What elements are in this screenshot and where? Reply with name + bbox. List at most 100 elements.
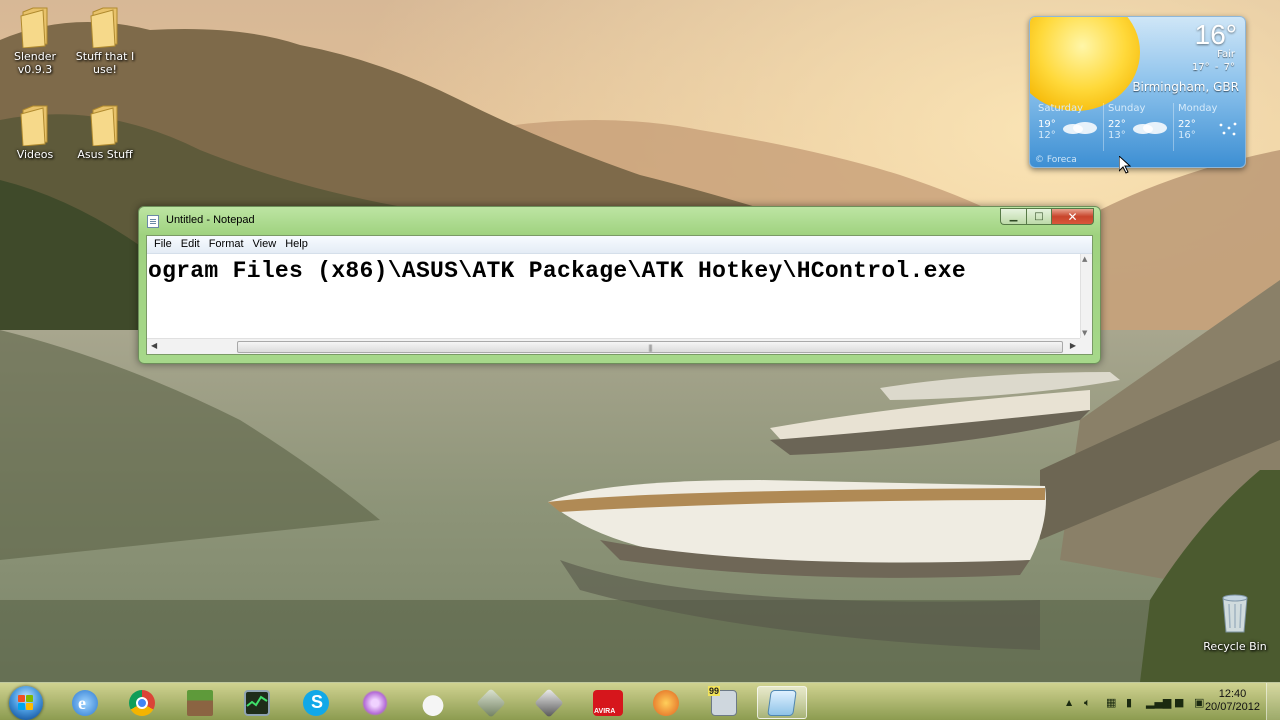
horizontal-scrollbar[interactable]: ◀ ||| ▶	[147, 338, 1080, 354]
menu-bar: File Edit Format View Help	[147, 236, 1092, 254]
clock-time: 12:40	[1218, 688, 1247, 700]
taskbar-item-computer-99[interactable]: 99	[699, 685, 749, 719]
desktop-icon-label: Asus Stuff	[77, 148, 133, 161]
taskbar-item-skype[interactable]: S	[291, 686, 341, 719]
close-button[interactable]: ✕	[1051, 208, 1094, 225]
menu-file[interactable]: File	[150, 236, 177, 253]
computer-99-icon: 99	[708, 685, 737, 716]
recycle-bin-icon	[1222, 594, 1248, 633]
window-titlebar[interactable]: Untitled - Notepad ▁ □ ✕	[139, 207, 1100, 235]
maximize-button[interactable]: □	[1026, 208, 1051, 225]
input-icon[interactable]: ▣	[1194, 696, 1204, 709]
scroll-corner	[1080, 338, 1092, 354]
folder-icon	[20, 7, 48, 48]
desktop-icon-recycle-bin[interactable]: Recycle Bin	[1202, 590, 1268, 653]
scroll-right-icon[interactable]: ▶	[1070, 341, 1076, 350]
forecast-day: Saturday 19° 12°	[1034, 103, 1103, 151]
caption-buttons: ▁ □ ✕	[1000, 208, 1094, 225]
window-client: File Edit Format View Help ogram Files (…	[146, 235, 1093, 355]
skype-icon: S	[303, 689, 329, 716]
flower-app-icon	[362, 689, 388, 716]
clock[interactable]: 12:40 20/07/2012	[1205, 688, 1260, 714]
taskbar-item-game-app-2[interactable]	[524, 686, 574, 719]
notepad-app-icon[interactable]	[147, 215, 159, 228]
notepad-icon	[767, 689, 797, 716]
desktop-icon-stuff-that-i-use[interactable]: Stuff that I use!	[72, 6, 138, 76]
text-editor[interactable]: ogram Files (x86)\ASUS\ATK Package\ATK H…	[147, 254, 1080, 338]
folder-icon	[90, 105, 118, 146]
minecraft-icon	[187, 689, 213, 716]
show-desktop-button[interactable]	[1266, 683, 1280, 720]
scroll-up-icon[interactable]: ▲	[1082, 255, 1087, 263]
sun-icon	[1030, 17, 1140, 111]
desktop-icon-slender[interactable]: Slender v0.9.3	[2, 6, 68, 76]
vertical-scrollbar[interactable]: ▲ ▼	[1080, 254, 1092, 338]
taskbar-item-game-app-1[interactable]	[466, 686, 516, 719]
desktop-icon-label: Slender v0.9.3	[13, 50, 57, 76]
task-manager-icon	[244, 689, 270, 716]
scroll-left-icon[interactable]: ◀	[151, 341, 157, 350]
weather-gadget[interactable]: 16° Fair 17° - 7° Birmingham, GBR Saturd…	[1029, 16, 1246, 168]
taskbar-item-minecraft[interactable]	[175, 686, 225, 719]
forecast-day-name: Sunday	[1108, 103, 1146, 114]
windows-logo-icon	[9, 686, 43, 720]
snow-icon	[1219, 122, 1237, 136]
taskbar-item-task-manager[interactable]	[232, 686, 282, 719]
taskbar-item-avira[interactable]: AVIRA	[583, 686, 633, 719]
avira-icon: AVIRA	[593, 689, 623, 716]
folder-icon	[90, 7, 118, 48]
editor-content[interactable]: ogram Files (x86)\ASUS\ATK Package\ATK H…	[148, 258, 1080, 284]
badge-99: 99	[708, 685, 721, 696]
taskbar-item-chrome[interactable]	[117, 686, 167, 719]
show-hidden-icons-icon[interactable]: ▲	[1066, 698, 1072, 707]
taskbar: e S AVIRA 99 ▲ 🔈︎ ▦ ▮ ▂▄▆ ■ ▣ 12:40 20/0…	[0, 682, 1280, 720]
menu-view[interactable]: View	[249, 236, 282, 253]
wifi-signal-icon[interactable]: ▂▄▆	[1146, 696, 1171, 709]
forecast-day-name: Monday	[1178, 103, 1218, 114]
taskbar-item-notepad[interactable]	[757, 686, 807, 719]
window-title: Untitled - Notepad	[166, 214, 255, 226]
desktop-icon-asus-stuff[interactable]: Asus Stuff	[72, 104, 138, 161]
scroll-down-icon[interactable]: ▼	[1082, 329, 1087, 337]
menu-edit[interactable]: Edit	[177, 236, 205, 253]
battery-icon[interactable]: ▮	[1126, 696, 1132, 709]
volume-icon[interactable]: 🔈︎	[1084, 696, 1091, 710]
weather-forecast: Saturday 19° 12° Sunday 22° 13° Monday 2…	[1034, 103, 1243, 151]
weather-condition: Fair	[1217, 49, 1235, 60]
folder-icon	[20, 105, 48, 146]
desktop-icon-videos[interactable]: Videos	[2, 104, 68, 161]
weather-current-temp: 16°	[1194, 19, 1237, 50]
desktop-icon-label: Videos	[16, 148, 54, 161]
taskbar-item-ccleaner[interactable]	[641, 686, 691, 719]
minimize-button[interactable]: ▁	[1000, 208, 1026, 225]
internet-explorer-icon: e	[72, 689, 98, 716]
chrome-icon	[129, 689, 155, 716]
taskbar-item-internet-explorer[interactable]: e	[60, 686, 110, 719]
menu-format[interactable]: Format	[205, 236, 249, 253]
menu-help[interactable]: Help	[281, 236, 313, 253]
start-button[interactable]	[4, 684, 48, 720]
notepad-window[interactable]: Untitled - Notepad ▁ □ ✕ File Edit Forma…	[138, 206, 1101, 364]
network-icon[interactable]: ▦	[1106, 696, 1116, 709]
action-center-icon[interactable]: ■	[1174, 696, 1184, 709]
weather-location: Birmingham, GBR	[1132, 80, 1239, 94]
avira-label: AVIRA	[594, 707, 616, 715]
cloud-icon	[1063, 122, 1097, 134]
weather-credit[interactable]: © Foreca	[1035, 155, 1077, 165]
system-tray: ▲ 🔈︎ ▦ ▮ ▂▄▆ ■ ▣ 12:40 20/07/2012	[1050, 683, 1280, 720]
clock-date: 20/07/2012	[1204, 701, 1260, 713]
weather-hi-lo: 17° - 7°	[1191, 62, 1235, 73]
scroll-thumb[interactable]: |||	[237, 341, 1063, 353]
cloud-icon	[1133, 122, 1167, 134]
cc-cleaner-icon	[653, 689, 679, 716]
mouse-cursor-icon	[1119, 156, 1131, 174]
cat-app-icon	[420, 689, 446, 716]
grip-icon: |||	[647, 344, 653, 352]
taskbar-item-flower-app[interactable]	[350, 686, 400, 719]
desktop-icon-label: Recycle Bin	[1203, 640, 1267, 653]
game-app-2-icon	[534, 687, 564, 718]
taskbar-item-cat-app[interactable]	[408, 686, 458, 719]
game-app-1-icon	[476, 687, 506, 718]
desktop-icon-label: Stuff that I use!	[75, 50, 135, 76]
forecast-day: Monday 22° 16°	[1173, 103, 1243, 151]
